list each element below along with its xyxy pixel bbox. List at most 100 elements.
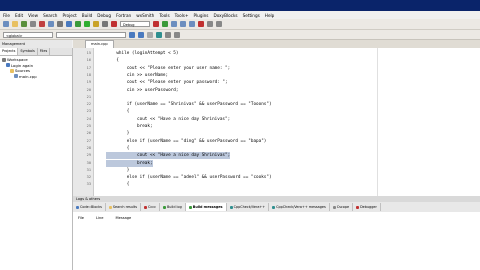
line-number: 25 (86, 124, 91, 128)
debug-continue-icon[interactable] (162, 21, 168, 27)
log-tab-icon (332, 205, 336, 209)
code-text: if (userName == "Shrinivas" && userPassw… (106, 102, 272, 108)
log-tab-icon (108, 205, 112, 209)
jump-back-icon[interactable] (129, 31, 135, 38)
scope-select[interactable]: <global> (3, 31, 53, 38)
log-column-header[interactable]: Line (96, 216, 104, 220)
editor-tab-main[interactable]: main.cpp (85, 40, 114, 48)
menu-item[interactable]: Tools+ (175, 13, 189, 18)
debug-icon[interactable] (153, 21, 159, 27)
menu-item[interactable]: Fortran (116, 13, 131, 18)
bookmark-icon[interactable] (156, 31, 162, 38)
match-case-icon[interactable] (165, 31, 171, 38)
code-line: 27 else if (userName == "ding" && userPa… (87, 138, 480, 145)
line-number: 24 (86, 116, 91, 121)
tree-item-label: Login again (11, 62, 33, 68)
new-file-icon[interactable] (3, 21, 9, 27)
log-tab[interactable]: Code::Blocks (73, 203, 106, 211)
info-icon[interactable] (216, 21, 222, 27)
project-icon (6, 63, 10, 68)
build-run-icon[interactable] (93, 21, 99, 27)
code-line: 30 break; (87, 159, 480, 167)
log-tab-label: Build log (166, 205, 182, 209)
log-tab[interactable]: Cscope (330, 203, 354, 211)
tab-symbols[interactable]: Symbols (18, 48, 38, 55)
menu-item[interactable]: Help (265, 13, 275, 18)
open-file-icon[interactable] (12, 21, 18, 27)
code-line: 19 cout << "Please enter your password: … (87, 79, 480, 86)
search-icon[interactable] (66, 21, 72, 27)
log-tab-icon (272, 205, 276, 209)
abort-icon[interactable] (111, 21, 117, 27)
log-tab[interactable]: Cccc (141, 203, 160, 211)
menu-item[interactable]: Debug (97, 13, 111, 18)
step-over-icon[interactable] (180, 21, 186, 27)
menu-item[interactable]: wxSmith (136, 13, 154, 18)
log-tab-icon (229, 205, 233, 209)
log-tab[interactable]: CppCheck/Vera++ messages (269, 203, 330, 211)
menu-item[interactable]: Plugins (193, 13, 208, 18)
lower-left-pane (0, 196, 73, 270)
code-line: 16 { (87, 57, 480, 64)
save-all-icon[interactable] (30, 21, 36, 27)
code-area[interactable]: 15 while (loginAttempt < 5) 16 {17 cout <… (87, 48, 480, 196)
code-line: 20 cin >> userPassword; (87, 87, 480, 94)
cut-icon[interactable] (39, 21, 45, 27)
menu-item[interactable]: Edit (15, 13, 23, 18)
code-text: { (106, 145, 130, 151)
menu-item[interactable]: Build (82, 13, 93, 18)
menu-bar: File Edit View Search Project Build Debug Fortr… (0, 11, 480, 19)
code-line: 29 cout << "Have a nice day Shrinivas"; (87, 152, 480, 160)
log-tab-icon (144, 205, 147, 209)
code-text: { (106, 109, 130, 115)
code-line: 21 (87, 94, 480, 101)
log-tab[interactable]: Debugger (353, 203, 381, 211)
log-column-header[interactable]: File (78, 216, 84, 220)
line-number: 22 (86, 102, 91, 107)
log-tab-label: Cscope (336, 205, 350, 209)
line-number: 32 (86, 175, 91, 180)
line-number: 19 (86, 80, 91, 85)
build-target-select[interactable]: Debug (120, 21, 150, 27)
code-text: { (106, 58, 119, 64)
step-into-icon[interactable] (171, 21, 177, 27)
menu-item[interactable]: Search (43, 13, 57, 18)
regex-icon[interactable] (174, 31, 180, 38)
run-icon[interactable] (84, 21, 90, 27)
menu-item[interactable]: Project (62, 13, 76, 18)
log-tab[interactable]: Build log (160, 203, 186, 211)
log-tab[interactable]: CppCheck/Vera++ (227, 203, 270, 211)
line-number: 18 (86, 72, 91, 77)
code-text: cout << "Have a nice day Shrinivas"; (106, 116, 231, 122)
step-out-icon[interactable] (189, 21, 195, 27)
code-line: 25 break; (87, 123, 480, 130)
code-line: 18 cin >> userName; (87, 72, 480, 79)
function-select[interactable] (56, 31, 126, 38)
code-text: while (loginAttempt < 5) (106, 51, 179, 56)
tab-files[interactable]: Files (38, 48, 51, 55)
copy-icon[interactable] (48, 21, 54, 27)
stop-debug-icon[interactable] (198, 21, 204, 27)
menu-item[interactable]: View (28, 13, 38, 18)
code-line: 15 while (loginAttempt < 5) (87, 50, 480, 57)
log-tab[interactable]: Build messages (185, 203, 227, 211)
menu-item[interactable]: Settings (243, 13, 260, 18)
log-tab-label: Cccc (148, 205, 156, 209)
debug-windows-icon[interactable] (207, 21, 213, 27)
menu-item[interactable]: DoxyBlocks (213, 13, 237, 18)
code-text: cout << "Please enter your password: "; (106, 80, 228, 86)
save-icon[interactable] (21, 21, 27, 27)
line-number: 33 (86, 182, 91, 187)
menu-item[interactable]: Tools (159, 13, 169, 18)
highlight-icon[interactable] (147, 31, 153, 38)
log-tab[interactable]: Search results (106, 203, 141, 211)
jump-forward-icon[interactable] (138, 31, 144, 38)
tab-projects[interactable]: Projects (0, 48, 19, 55)
tree-item[interactable]: main.cpp (2, 74, 70, 80)
paste-icon[interactable] (57, 21, 63, 27)
line-number: 16 (86, 58, 91, 63)
menu-item[interactable]: File (3, 13, 10, 18)
log-column-header[interactable]: Message (116, 216, 132, 220)
build-icon[interactable] (75, 21, 81, 27)
rebuild-icon[interactable] (102, 21, 108, 27)
